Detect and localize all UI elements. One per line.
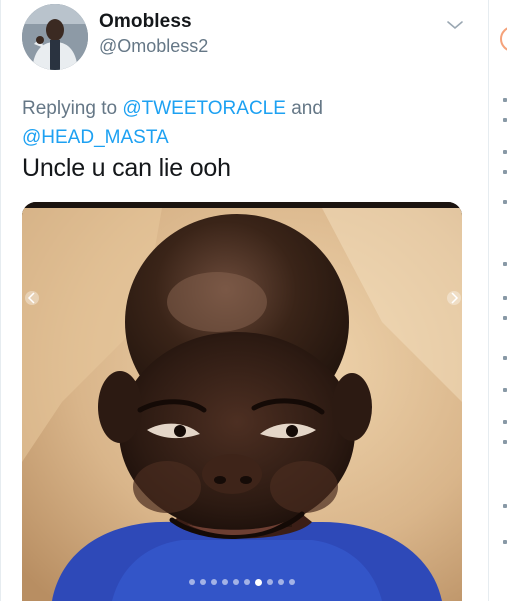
sidebar-text-fragment: [503, 150, 507, 154]
tweet-photo[interactable]: [22, 202, 462, 601]
sidebar-text-fragment: [503, 440, 507, 444]
carousel-dot[interactable]: [278, 579, 284, 585]
tweet-screenshot: Omobless @Omobless2 Replying to @TWEETOR…: [0, 0, 507, 601]
carousel-dot[interactable]: [267, 579, 273, 585]
reply-joiner: and: [285, 98, 323, 119]
sidebar-avatar[interactable]: [500, 26, 507, 52]
sidebar-text-fragment: [503, 296, 507, 300]
carousel-dot[interactable]: [200, 579, 206, 585]
author-handle[interactable]: @Omobless2: [99, 36, 208, 57]
carousel-dot[interactable]: [244, 579, 250, 585]
carousel-dot[interactable]: [211, 579, 217, 585]
chevron-down-icon[interactable]: [446, 18, 464, 30]
chevron-left-icon[interactable]: [24, 288, 40, 308]
sidebar-text-fragment: [503, 118, 507, 122]
carousel-dot[interactable]: [233, 579, 239, 585]
timeline-border-left: [0, 0, 1, 601]
author-name[interactable]: Omobless: [99, 11, 192, 33]
sidebar-text-fragment: [503, 262, 507, 266]
sidebar-text-fragment: [503, 388, 507, 392]
reply-mention-head-masta[interactable]: @HEAD_MASTA: [22, 127, 169, 148]
avatar[interactable]: [22, 4, 88, 70]
carousel-dot[interactable]: [289, 579, 295, 585]
sidebar-text-fragment: [503, 356, 507, 360]
reply-mention-tweetoracle[interactable]: @TWEETORACLE: [122, 98, 286, 119]
sidebar-text-fragment: [503, 200, 507, 204]
carousel-dot[interactable]: [255, 578, 262, 586]
sidebar-text-fragment: [503, 98, 507, 102]
tweet-text: Uncle u can lie ooh: [22, 154, 231, 182]
tweet[interactable]: Omobless @Omobless2 Replying to @TWEETOR…: [22, 0, 487, 601]
sidebar-text-fragment: [503, 504, 507, 508]
sidebar-text-fragment: [503, 170, 507, 174]
sidebar-text-fragment: [503, 420, 507, 424]
carousel-dot[interactable]: [222, 579, 228, 585]
reply-context: Replying to @TWEETORACLE and @HEAD_MASTA: [22, 94, 462, 152]
sidebar-text-fragment: [503, 540, 507, 544]
chevron-right-icon[interactable]: [446, 288, 462, 308]
timeline-border-right: [488, 0, 489, 601]
sidebar-text-fragment: [503, 316, 507, 320]
carousel-dot[interactable]: [189, 579, 195, 585]
carousel-indicator[interactable]: [22, 576, 462, 588]
reply-prefix: Replying to: [22, 98, 123, 119]
